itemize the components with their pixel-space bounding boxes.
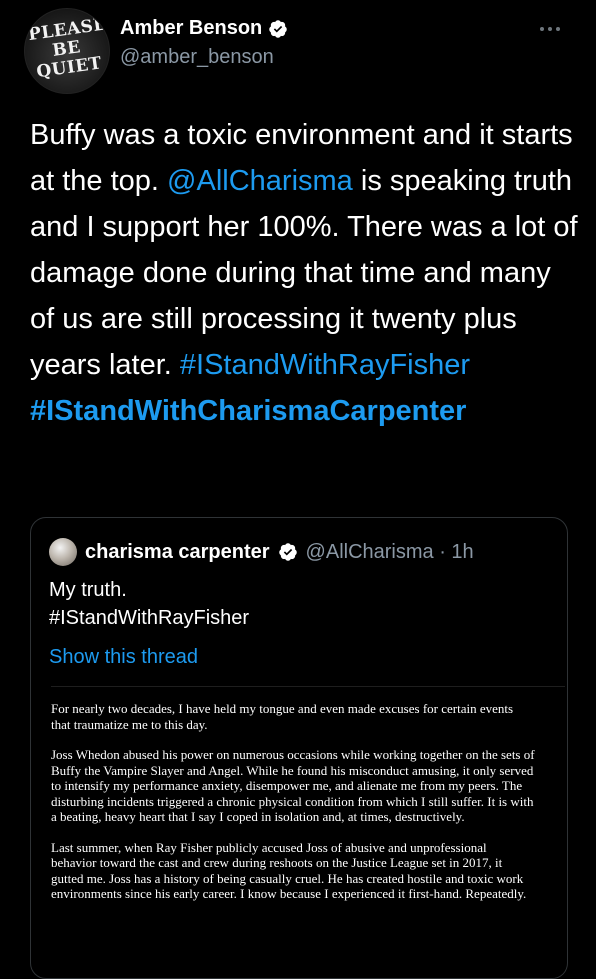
statement-text: For nearly two decades, I have held my t… [51, 701, 551, 917]
verified-badge-icon [269, 19, 287, 38]
avatar[interactable]: PLEASE BE QUIET [24, 8, 110, 94]
hashtag-link-charisma-carpenter[interactable]: #IStandWithCharismaCarpenter [30, 395, 466, 427]
quoted-tweet-header: charisma carpenter @AllCharisma · 1h [49, 538, 474, 566]
author-name-row[interactable]: Amber Benson [120, 17, 288, 40]
mention-link[interactable]: @AllCharisma [167, 165, 353, 197]
statement-paragraph: Joss Whedon abused his power on numerous… [51, 747, 535, 824]
avatar-sign: PLEASE BE QUIET [26, 14, 109, 83]
quoted-handle-time[interactable]: @AllCharisma · 1h [306, 541, 474, 564]
author-name[interactable]: Amber Benson [120, 17, 262, 40]
verified-badge-icon [278, 543, 297, 561]
tweet-header: PLEASE BE QUIET Amber Benson @amber_benson [0, 0, 596, 94]
quoted-avatar[interactable] [49, 538, 77, 566]
author-handle[interactable]: @amber_benson [120, 46, 274, 69]
quoted-author-name[interactable]: charisma carpenter [85, 541, 270, 564]
more-options-icon[interactable] [540, 22, 568, 36]
hashtag-link-ray-fisher[interactable]: #IStandWithRayFisher [180, 349, 470, 381]
quoted-hashtag[interactable]: #IStandWithRayFisher [49, 604, 249, 632]
tweet-text: Buffy was a toxic environment and it sta… [30, 112, 578, 434]
show-thread-link[interactable]: Show this thread [49, 646, 198, 669]
quoted-tweet[interactable]: charisma carpenter @AllCharisma · 1h My … [30, 517, 568, 979]
statement-paragraph: Last summer, when Ray Fisher publicly ac… [51, 839, 527, 902]
statement-image[interactable]: For nearly two decades, I have held my t… [51, 686, 565, 978]
quoted-text: My truth. #IStandWithRayFisher [49, 576, 249, 632]
statement-paragraph: For nearly two decades, I have held my t… [51, 701, 514, 732]
quoted-line1: My truth. [49, 579, 127, 601]
